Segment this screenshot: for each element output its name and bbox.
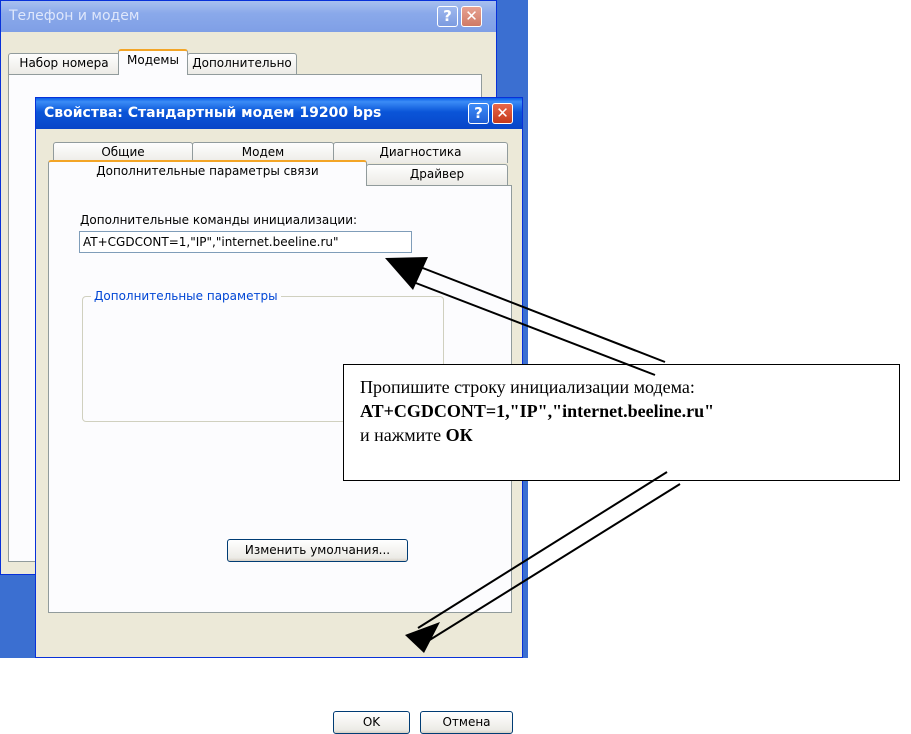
tab-advanced-connection[interactable]: Дополнительные параметры связи bbox=[48, 160, 367, 186]
cancel-button[interactable]: Отмена bbox=[420, 711, 513, 734]
annotation-arrows bbox=[385, 257, 681, 653]
ok-button[interactable]: OK bbox=[333, 711, 410, 734]
tab-modems[interactable]: Модемы bbox=[118, 49, 188, 75]
